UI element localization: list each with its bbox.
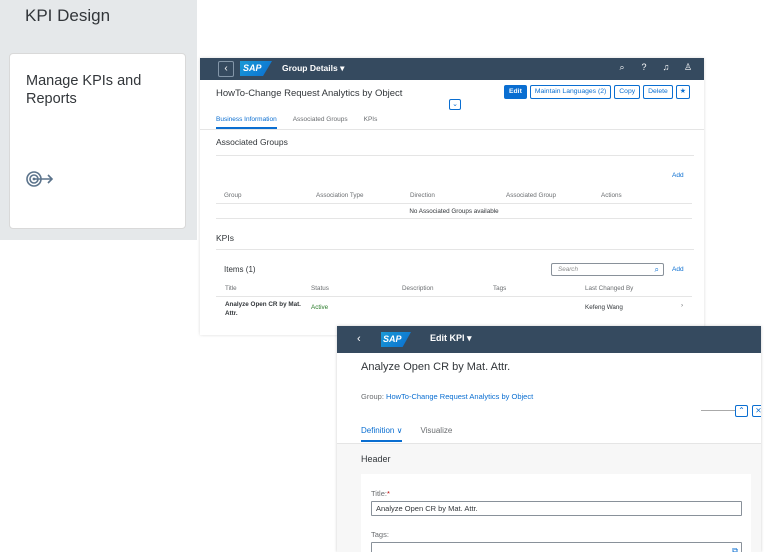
pin-header-icon[interactable]: ⨯ xyxy=(752,405,761,417)
associated-groups-title: Associated Groups xyxy=(216,137,288,147)
kpi-status: Active xyxy=(311,304,329,311)
kpi-search-input[interactable]: Search ⌕ xyxy=(551,263,664,276)
col-title: Title xyxy=(225,285,237,292)
form-card: Title:* Analyze Open CR by Mat. Attr. Ta… xyxy=(361,474,751,552)
manage-kpis-tile[interactable]: Manage KPIs and Reports xyxy=(9,53,186,229)
kpis-title: KPIs xyxy=(216,233,234,243)
app-title-menu[interactable]: Edit KPI ▾ xyxy=(430,333,472,344)
help-icon[interactable]: ? xyxy=(638,62,650,73)
user-avatar-icon[interactable]: ♙ xyxy=(682,62,694,73)
col-status: Status xyxy=(311,285,329,292)
items-count: Items (1) xyxy=(224,265,256,274)
copy-button[interactable]: Copy xyxy=(614,85,641,99)
tab-kpis[interactable]: KPIs xyxy=(364,116,378,129)
group-label-line: Group: HowTo-Change Request Analytics by… xyxy=(361,392,533,401)
tile-title: Manage KPIs and Reports xyxy=(26,73,142,107)
sap-logo: SAP xyxy=(381,332,411,347)
table-row[interactable]: Analyze Open CR by Mat. Attr. Active Kef… xyxy=(216,296,692,322)
delete-button[interactable]: Delete xyxy=(643,85,673,99)
shell-bar: ‹ SAP Group Details ▾ ⌕ ? ♫ ♙ xyxy=(200,58,704,80)
add-kpi-link[interactable]: Add xyxy=(672,266,684,273)
kpi-page-title: Analyze Open CR by Mat. Attr. xyxy=(361,361,511,373)
tab-business-information[interactable]: Business Information xyxy=(216,116,277,129)
col-association-type: Association Type xyxy=(316,192,364,199)
object-title: HowTo-Change Request Analytics by Object xyxy=(216,88,403,99)
group-title: KPI Design xyxy=(25,6,111,25)
tags-input[interactable]: ⧉ xyxy=(371,542,742,552)
collapse-chevron-up-icon[interactable]: ⌃ xyxy=(735,405,748,417)
tab-visualize[interactable]: Visualize xyxy=(420,426,452,442)
add-associated-group-link[interactable]: Add xyxy=(672,172,684,179)
section-divider xyxy=(216,155,694,156)
search-placeholder: Search xyxy=(558,266,578,273)
edit-button[interactable]: Edit xyxy=(504,85,527,99)
collapse-header-chevron-icon[interactable]: ⌄ xyxy=(449,99,461,110)
kpi-last-changed-by: Kefeng Wang xyxy=(585,304,623,311)
tab-definition[interactable]: Definition ∨ xyxy=(361,426,403,442)
group-link[interactable]: HowTo-Change Request Analytics by Object xyxy=(386,392,533,401)
group-label: Group: xyxy=(361,392,384,401)
col-description: Description xyxy=(402,285,434,292)
title-input[interactable]: Analyze Open CR by Mat. Attr. xyxy=(371,501,742,516)
col-direction: Direction xyxy=(410,192,435,199)
form-body: Header Title:* Analyze Open CR by Mat. A… xyxy=(337,443,761,552)
col-associated-group: Associated Group xyxy=(506,192,557,199)
associated-groups-header: Group Association Type Direction Associa… xyxy=(216,186,692,204)
col-last-changed-by: Last Changed By xyxy=(585,285,634,292)
kpi-target-icon xyxy=(26,171,54,187)
col-tags: Tags xyxy=(493,285,507,292)
kpis-header: Title Status Description Tags Last Chang… xyxy=(216,280,692,297)
shell-bar: ‹ SAP Edit KPI ▾ xyxy=(337,326,761,353)
sap-logo: SAP xyxy=(240,61,272,76)
title-field-label: Title:* xyxy=(371,489,390,498)
group-details-window: ‹ SAP Group Details ▾ ⌕ ? ♫ ♙ HowTo-Chan… xyxy=(200,58,704,335)
maintain-languages-button[interactable]: Maintain Languages (2) xyxy=(529,85,612,99)
notification-bell-icon[interactable]: ♫ xyxy=(660,62,672,73)
header-section-title: Header xyxy=(361,454,391,464)
value-help-icon[interactable]: ⧉ xyxy=(732,544,738,552)
tab-associated-groups[interactable]: Associated Groups xyxy=(293,116,348,129)
edit-kpi-window: ‹ SAP Edit KPI ▾ Analyze Open CR by Mat.… xyxy=(337,326,761,552)
title-label-text: Title: xyxy=(371,489,387,498)
associated-groups-empty: No Associated Groups available xyxy=(216,205,692,219)
col-group: Group xyxy=(224,192,242,199)
back-button[interactable]: ‹ xyxy=(218,61,234,77)
back-chevron-icon[interactable]: ‹ xyxy=(357,333,361,345)
launchpad-background: KPI Design Manage KPIs and Reports xyxy=(0,0,197,240)
favorite-star-icon[interactable]: ★ xyxy=(675,85,690,99)
tab-divider xyxy=(200,129,704,130)
section-divider xyxy=(216,249,694,250)
tags-field-label: Tags: xyxy=(371,530,389,539)
required-marker: * xyxy=(386,489,390,498)
kpi-title: Analyze Open CR by Mat. Attr. xyxy=(225,301,301,317)
search-icon[interactable]: ⌕ xyxy=(655,264,659,275)
col-actions: Actions xyxy=(601,192,622,199)
row-navigation-chevron-icon[interactable]: › xyxy=(681,302,683,309)
app-title-menu[interactable]: Group Details ▾ xyxy=(282,63,344,74)
search-icon[interactable]: ⌕ xyxy=(616,62,628,73)
